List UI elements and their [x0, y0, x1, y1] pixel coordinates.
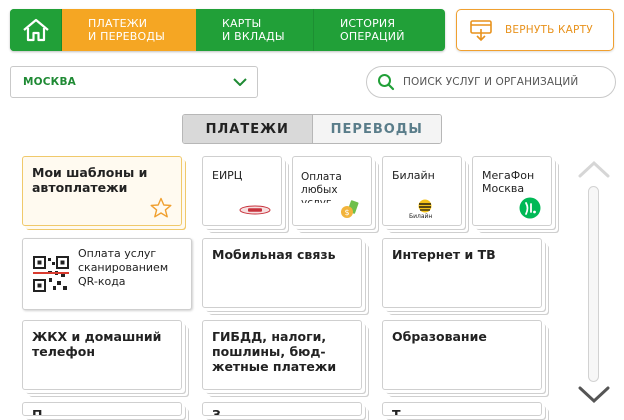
- tile-megafon-moscow[interactable]: МегаФон Москва: [472, 156, 552, 226]
- tile-any-services[interactable]: Оплата любых услуг $: [292, 156, 372, 226]
- beeline-logo-icon: [418, 199, 432, 213]
- tab-label-line1: ПЛАТЕЖИ: [88, 17, 148, 30]
- city-select[interactable]: МОСКВА: [10, 66, 258, 98]
- tile-education[interactable]: Образование: [382, 320, 542, 390]
- tab-payments-transfers[interactable]: ПЛАТЕЖИ И ПЕРЕВОДЫ: [62, 9, 196, 51]
- segment-payments[interactable]: ПЛАТЕЖИ: [183, 115, 312, 143]
- megafon-logo-icon: [519, 197, 541, 219]
- tile-qr-payment[interactable]: Оплата услуг сканированием QR-кода: [22, 238, 192, 310]
- tile-housing-utilities[interactable]: ЖКХ и домашний телефон: [22, 320, 182, 390]
- tile-title: ЕИРЦ: [212, 169, 243, 182]
- scroll-down-chevron-icon[interactable]: [578, 386, 610, 404]
- qr-code-icon: [33, 256, 69, 292]
- card-return-icon: [470, 20, 492, 42]
- tab-operations-history[interactable]: ИСТОРИЯ ОПЕРАЦИЙ: [314, 9, 445, 51]
- tile-title: Мои шаблоны и автоплатежи: [32, 165, 175, 195]
- tile-title-line1: МегаФон: [482, 169, 535, 182]
- tile-title: Образование: [392, 329, 487, 344]
- tile-gibdd-taxes[interactable]: ГИБДД, налоги, пошлины, бюд- жетные плат…: [202, 320, 362, 390]
- chevron-down-icon: [233, 78, 247, 86]
- segment-transfers[interactable]: ПЕРЕВОДЫ: [311, 115, 441, 143]
- tile-title: Т: [392, 407, 401, 416]
- tab-label-line2: И ВКЛАДЫ: [222, 30, 285, 43]
- return-card-label: ВЕРНУТЬ КАРТУ: [505, 24, 593, 36]
- tile-title-line2: Москва: [482, 182, 525, 195]
- tile-row4-first[interactable]: П: [22, 402, 182, 416]
- tile-title-line1: Мои шаблоны и: [32, 165, 148, 180]
- tile-title: Билайн: [392, 169, 435, 182]
- tile-title-line2: сканированием: [78, 261, 169, 274]
- tile-title-line1: ЖКХ и домашний: [32, 329, 162, 344]
- tile-title-line1: ГИБДД, налоги,: [212, 329, 327, 344]
- tile-title-line1: Оплата услуг: [78, 247, 157, 260]
- tab-cards-deposits[interactable]: КАРТЫ И ВКЛАДЫ: [196, 9, 314, 51]
- tile-title: З: [212, 407, 221, 416]
- tile-title: ГИБДД, налоги, пошлины, бюд- жетные плат…: [212, 329, 355, 374]
- tile-title-line3: QR-кода: [78, 275, 126, 288]
- search-icon: [378, 74, 395, 91]
- return-card-button[interactable]: ВЕРНУТЬ КАРТУ: [456, 9, 614, 51]
- eirc-logo-icon: [239, 205, 271, 215]
- tile-row4-third[interactable]: Т: [382, 402, 542, 416]
- tile-title: МегаФон Москва: [482, 169, 547, 195]
- home-button[interactable]: [10, 9, 62, 51]
- tile-title: Оплата услуг сканированием QR-кода: [78, 247, 187, 289]
- tile-title-line3: жетные платежи: [212, 359, 337, 374]
- svg-text:$: $: [344, 208, 349, 217]
- tile-eirc[interactable]: ЕИРЦ: [202, 156, 282, 226]
- tile-title: Мобильная связь: [212, 247, 336, 262]
- search-input[interactable]: ПОИСК УСЛУГ И ОРГАНИЗАЦИЙ: [366, 66, 616, 98]
- tab-label-line1: ИСТОРИЯ: [340, 17, 396, 30]
- tile-beeline[interactable]: Билайн Билайн: [382, 156, 462, 226]
- tile-title-line2: пошлины, бюд-: [212, 344, 326, 359]
- payments-transfers-toggle: ПЛАТЕЖИ ПЕРЕВОДЫ: [182, 114, 442, 144]
- money-bag-icon: $: [341, 200, 359, 218]
- tab-label-line1: КАРТЫ: [222, 17, 262, 30]
- beeline-logo-label: Билайн: [409, 213, 433, 220]
- scrollbar[interactable]: [588, 186, 599, 382]
- tab-label-line2: ОПЕРАЦИЙ: [340, 30, 405, 43]
- tile-title: ЖКХ и домашний телефон: [32, 329, 175, 359]
- home-icon: [22, 18, 49, 42]
- tile-title: П: [32, 407, 43, 416]
- city-value: МОСКВА: [23, 76, 76, 88]
- tile-title-line2: автоплатежи: [32, 180, 128, 195]
- star-icon: [150, 197, 172, 218]
- tile-title-line2: любых: [301, 184, 338, 196]
- main-navigation: ПЛАТЕЖИ И ПЕРЕВОДЫ КАРТЫ И ВКЛАДЫ ИСТОРИЯ О…: [10, 9, 445, 51]
- tile-title-line2: телефон: [32, 344, 95, 359]
- tab-label-line2: И ПЕРЕВОДЫ: [88, 30, 166, 43]
- tile-row4-second[interactable]: З: [202, 402, 362, 416]
- search-placeholder: ПОИСК УСЛУГ И ОРГАНИЗАЦИЙ: [403, 76, 579, 88]
- scroll-up-chevron-icon[interactable]: [578, 160, 610, 178]
- tile-templates-autopayments[interactable]: Мои шаблоны и автоплатежи: [22, 156, 182, 226]
- tile-internet-tv[interactable]: Интернет и ТВ: [382, 238, 542, 308]
- tile-title: Интернет и ТВ: [392, 247, 496, 262]
- tile-mobile[interactable]: Мобильная связь: [202, 238, 362, 308]
- tile-title-line1: Оплата: [301, 171, 342, 183]
